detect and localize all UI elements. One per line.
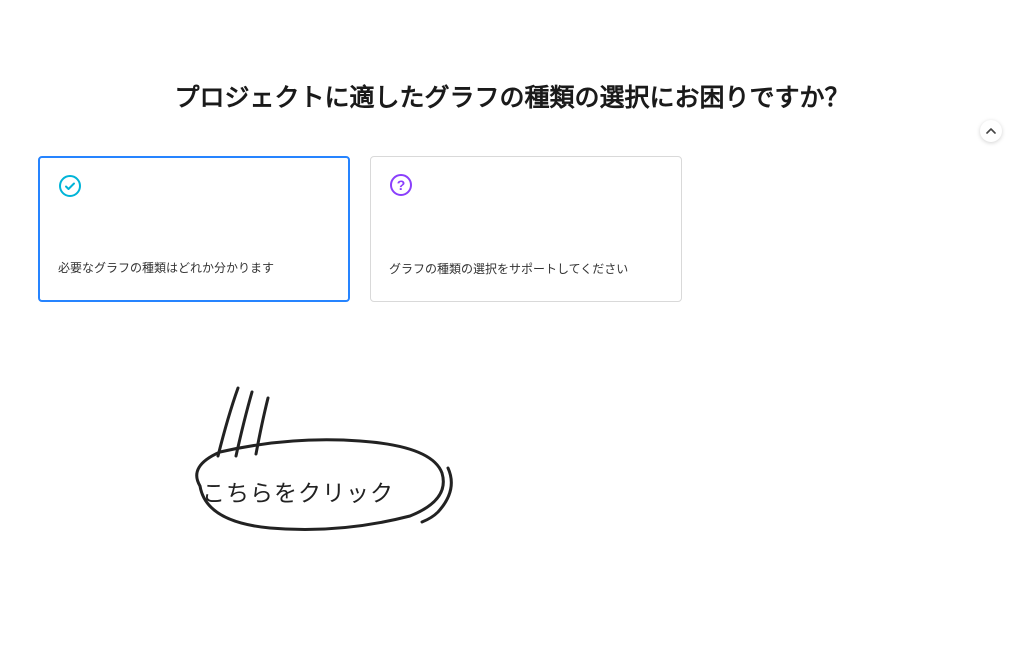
- option-card-know-graph[interactable]: 必要なグラフの種類はどれか分かります: [38, 156, 350, 302]
- annotation-text: こちらをクリック: [202, 474, 394, 508]
- question-circle-icon: ?: [389, 173, 413, 197]
- checkmark-circle-icon: [58, 174, 82, 198]
- option-label-help: グラフの種類の選択をサポートしてください: [389, 260, 663, 285]
- option-label-know: 必要なグラフの種類はどれか分かります: [58, 259, 330, 284]
- page-heading: プロジェクトに適したグラフの種類の選択にお困りですか？: [0, 78, 1024, 114]
- chevron-up-icon: [986, 126, 996, 136]
- svg-text:?: ?: [397, 177, 406, 193]
- scroll-up-button[interactable]: [980, 120, 1002, 142]
- option-cards-row: 必要なグラフの種類はどれか分かります ? グラフの種類の選択をサポートしてくださ…: [0, 156, 1024, 302]
- annotation-speech-bubble: こちらをクリック: [180, 378, 480, 543]
- option-card-help-choose[interactable]: ? グラフの種類の選択をサポートしてください: [370, 156, 682, 302]
